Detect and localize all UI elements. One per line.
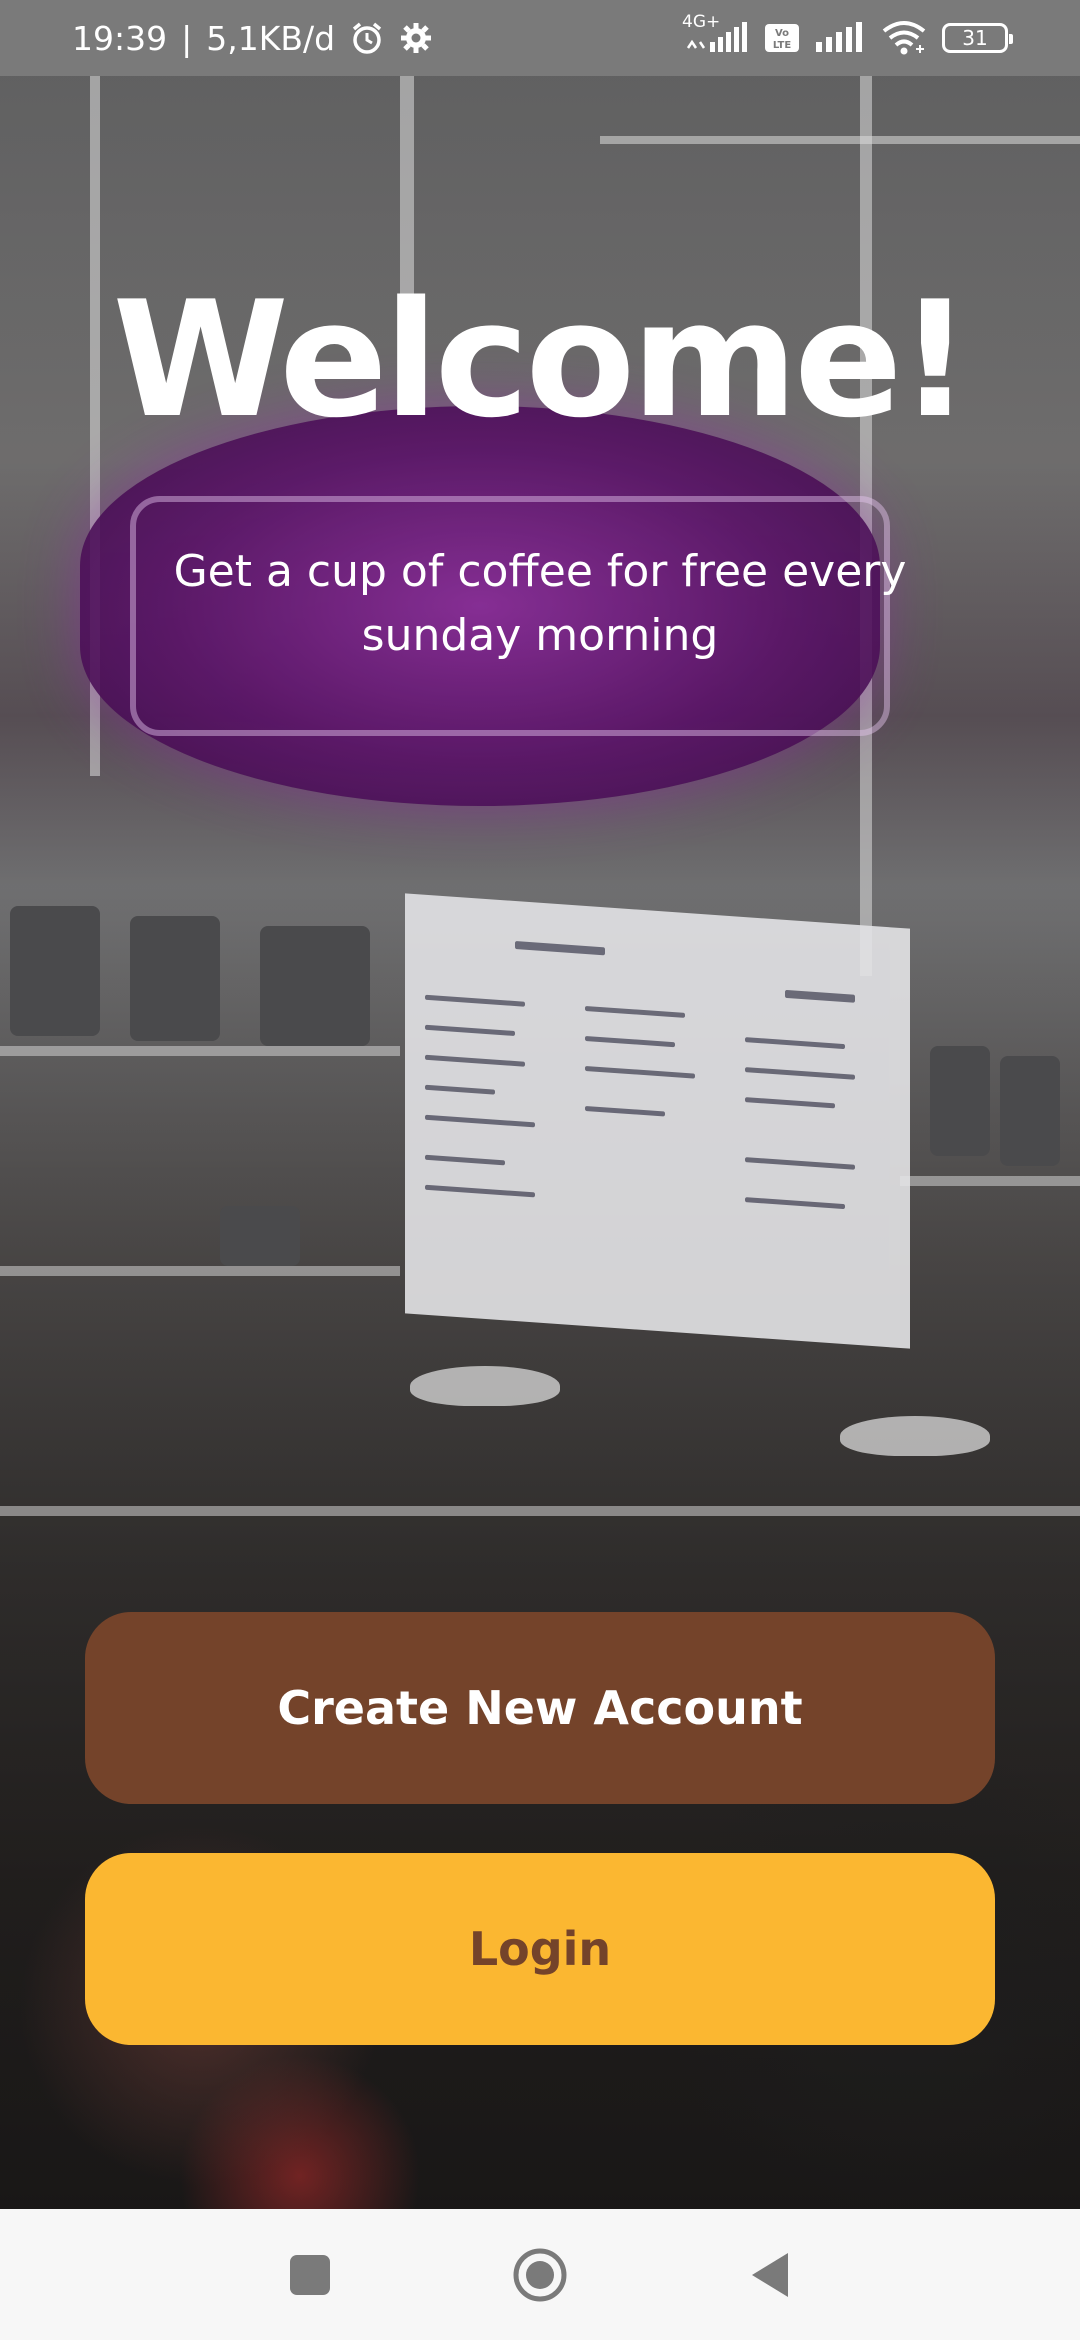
shelf (0, 1046, 400, 1056)
menu-line (745, 1157, 855, 1170)
menu-line (515, 941, 605, 956)
welcome-subtitle: Get a cup of coffee for free every sunda… (173, 546, 907, 661)
login-button[interactable]: Login (85, 1853, 995, 2045)
coffee-bag (220, 1206, 300, 1266)
status-bar: 19:39 | 5,1KB/d 4G+ Vo LTE 31 (0, 0, 1080, 76)
network-type-label: 4G+ (682, 12, 721, 32)
coffee-bag (260, 926, 370, 1046)
back-triangle-icon[interactable] (740, 2245, 800, 2305)
shelf (0, 1266, 400, 1276)
menu-line (585, 1005, 685, 1018)
signal-icon (814, 22, 866, 54)
menu-line (745, 1067, 855, 1080)
alarm-icon (349, 20, 385, 56)
coffee-bag (1000, 1056, 1060, 1166)
menu-board (405, 893, 910, 1349)
home-circle-icon[interactable] (510, 2245, 570, 2305)
ceiling-pipe (600, 136, 1080, 144)
coffee-bag (10, 906, 100, 1036)
menu-line (425, 1154, 505, 1166)
menu-line (425, 1084, 495, 1095)
navigation-bar (0, 2209, 1080, 2340)
volte-icon: Vo LTE (764, 23, 800, 53)
settings-gear-icon (399, 21, 433, 55)
create-account-button[interactable]: Create New Account (85, 1612, 995, 1804)
menu-line (745, 1197, 845, 1210)
battery-level: 31 (962, 26, 988, 50)
menu-line (425, 1054, 525, 1067)
menu-line (425, 1114, 535, 1128)
menu-line (585, 1035, 675, 1048)
welcome-title: Welcome! (112, 266, 971, 453)
menu-line (425, 1184, 535, 1198)
status-time: 19:39 (72, 18, 168, 58)
signal-icon: 4G+ (682, 12, 750, 56)
status-data-speed: 5,1KB/d (206, 18, 336, 58)
status-right: 4G+ Vo LTE 31 (682, 12, 1013, 57)
shelf (0, 1506, 1080, 1516)
svg-text:LTE: LTE (773, 40, 792, 51)
status-separator: | (181, 18, 193, 58)
menu-line (585, 1065, 695, 1079)
shelf (900, 1176, 1080, 1186)
status-left: 19:39 | 5,1KB/d (72, 19, 433, 58)
coffee-bag (930, 1046, 990, 1156)
menu-line (745, 1097, 835, 1109)
recents-square-icon[interactable] (280, 2245, 340, 2305)
battery-icon: 31 (942, 23, 1013, 53)
svg-text:Vo: Vo (775, 28, 789, 39)
pendant-lamp (410, 1366, 560, 1406)
menu-line (745, 1037, 845, 1050)
pendant-lamp (840, 1416, 990, 1456)
menu-line (425, 1024, 515, 1037)
menu-line (785, 989, 855, 1003)
menu-line (585, 1105, 665, 1117)
wifi-icon (880, 19, 928, 57)
menu-line (425, 994, 525, 1007)
coffee-bag (130, 916, 220, 1041)
